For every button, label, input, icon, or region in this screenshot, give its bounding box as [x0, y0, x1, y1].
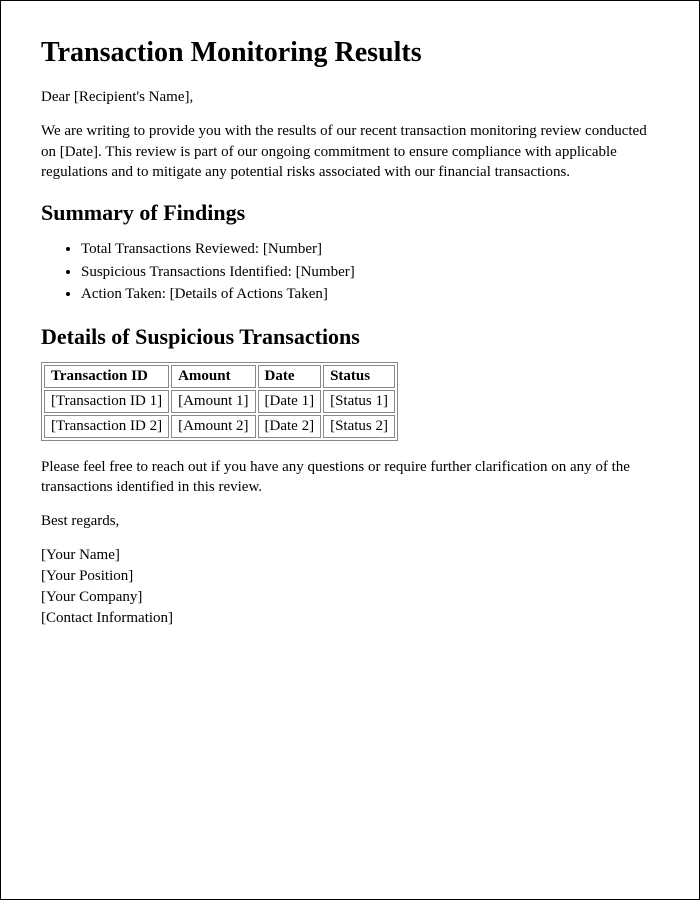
closing-paragraph: Please feel free to reach out if you hav…	[41, 457, 659, 498]
table-cell: [Amount 1]	[171, 390, 255, 413]
list-item: Suspicious Transactions Identified: [Num…	[81, 261, 659, 284]
transactions-table: Transaction ID Amount Date Status [Trans…	[41, 362, 398, 441]
table-header: Transaction ID	[44, 365, 169, 388]
table-cell: [Transaction ID 2]	[44, 415, 169, 438]
signature-name: [Your Name]	[41, 545, 659, 566]
document-page: Transaction Monitoring Results Dear [Rec…	[0, 0, 700, 900]
signature-position: [Your Position]	[41, 566, 659, 587]
table-cell: [Status 1]	[323, 390, 395, 413]
details-heading: Details of Suspicious Transactions	[41, 324, 659, 350]
table-header-row: Transaction ID Amount Date Status	[44, 365, 395, 388]
signature-contact: [Contact Information]	[41, 608, 659, 629]
table-header: Amount	[171, 365, 255, 388]
table-cell: [Transaction ID 1]	[44, 390, 169, 413]
greeting-line: Dear [Recipient's Name],	[41, 87, 659, 107]
list-item: Total Transactions Reviewed: [Number]	[81, 238, 659, 261]
summary-list: Total Transactions Reviewed: [Number] Su…	[41, 238, 659, 306]
signature-company: [Your Company]	[41, 587, 659, 608]
signoff: Best regards,	[41, 511, 659, 531]
table-row: [Transaction ID 1] [Amount 1] [Date 1] […	[44, 390, 395, 413]
table-cell: [Amount 2]	[171, 415, 255, 438]
table-row: [Transaction ID 2] [Amount 2] [Date 2] […	[44, 415, 395, 438]
list-item: Action Taken: [Details of Actions Taken]	[81, 283, 659, 306]
intro-paragraph: We are writing to provide you with the r…	[41, 121, 659, 182]
table-header: Date	[258, 365, 322, 388]
signature-block: [Your Name] [Your Position] [Your Compan…	[41, 545, 659, 629]
table-cell: [Date 1]	[258, 390, 322, 413]
table-cell: [Date 2]	[258, 415, 322, 438]
page-title: Transaction Monitoring Results	[41, 37, 659, 69]
table-cell: [Status 2]	[323, 415, 395, 438]
summary-heading: Summary of Findings	[41, 200, 659, 226]
table-header: Status	[323, 365, 395, 388]
